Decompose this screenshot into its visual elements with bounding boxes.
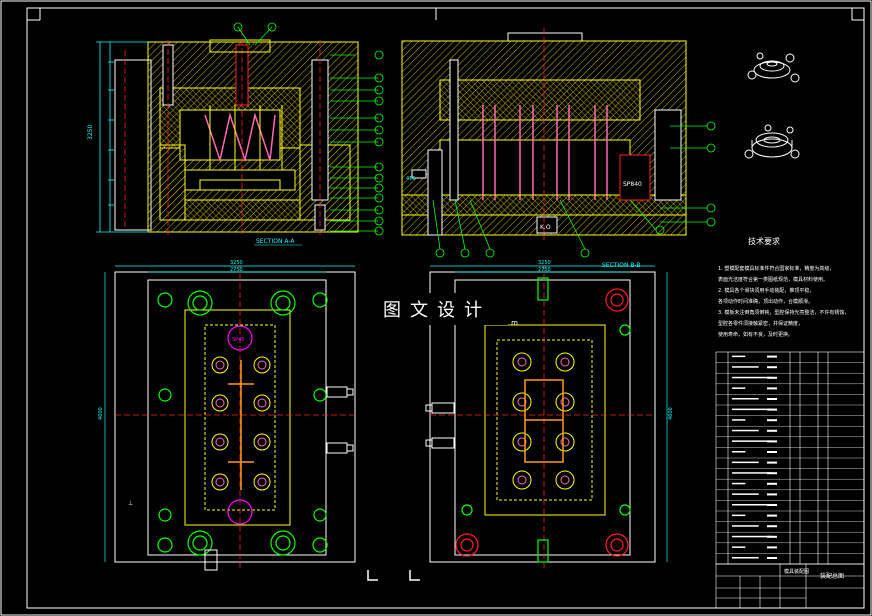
- svg-text:⊥: ⊥: [128, 500, 133, 507]
- bom-row-mark: [767, 525, 777, 528]
- bom-row-text-mark: [732, 355, 746, 358]
- tech-heading: 技术要求: [748, 236, 780, 246]
- bom-row-text-mark: [732, 376, 772, 379]
- bom-row-text-mark: [732, 557, 759, 559]
- watermark-logo: 图文设计 m: [366, 293, 518, 327]
- title-block-name: 模具装配图: [784, 568, 809, 575]
- tech-line: 各项动作时间准确，顶出动作，合模顺滑。: [718, 298, 813, 305]
- bom-row-text-mark: [732, 419, 746, 421]
- bom-row-text-mark: [732, 440, 772, 442]
- bom-row-text-mark: [732, 482, 746, 485]
- ko-label: K.O: [540, 224, 551, 231]
- sp840-label: SP840: [623, 181, 642, 188]
- bom-row-mark: [767, 557, 777, 559]
- plan-height: 4600: [98, 407, 104, 420]
- bom-row-text-mark: [732, 525, 759, 527]
- watermark-text: 图文设计: [383, 300, 491, 321]
- tech-line: 表面光洁度符合第一类图纸规范，模具材料使用。: [718, 276, 828, 283]
- plan-width-outer: 3250: [230, 260, 243, 266]
- bom-row-text-mark: [732, 387, 746, 389]
- part-isometric-views: [744, 52, 800, 159]
- bom-row-text-mark: [732, 493, 759, 495]
- title-block-sub: 装配总图: [820, 572, 844, 580]
- bom-row-mark: [767, 366, 777, 369]
- section-a-a-title: SECTION A-A: [256, 238, 295, 245]
- technical-requirements: 技术要求 1. 塑模配套模具标准件符合国家标准，精度为高级， 表面光洁度符合第一…: [718, 236, 849, 338]
- bom-row-mark: [767, 514, 777, 517]
- bom-row-mark: [767, 398, 777, 400]
- bom-row-text-mark: [732, 398, 759, 400]
- bom-row-mark: [767, 482, 777, 485]
- bom-row-text-mark: [732, 451, 746, 453]
- bom-row-mark: [767, 419, 777, 422]
- bom-row-text-mark: [732, 514, 746, 517]
- bom-row-text-mark: [732, 535, 772, 538]
- plan-width-inner: 2750: [230, 267, 243, 273]
- bom-row-text-mark: [732, 504, 772, 506]
- bom-row-text-mark: [732, 461, 759, 464]
- bom-row-text-mark: [732, 472, 772, 474]
- tech-line: 型腔各零件须接触紧密，并保证精度，: [718, 320, 803, 327]
- moving-half-plan-view: SP40 3250 2750 4600 ⊥: [98, 260, 356, 571]
- watermark-sub: m: [511, 319, 518, 327]
- bom-row-mark: [767, 493, 777, 496]
- tech-line: 3. 模板未注倒角须倒钝，型腔保持光亮整洁，不许有锈蚀，: [718, 309, 849, 316]
- right-plan-height: 4600: [668, 407, 674, 420]
- bom-row-mark: [767, 387, 777, 390]
- bom-row-mark: [767, 429, 777, 432]
- bom-row-text-mark: [732, 366, 759, 368]
- tech-line: 2. 模具各个滑块须用手动装配，推顶平稳，: [718, 287, 814, 294]
- tech-line: 使用寿命，如有不良，及时更换。: [718, 331, 793, 338]
- svg-text:SP40: SP40: [232, 337, 245, 343]
- dim-416: 416: [406, 176, 416, 182]
- bom-row-mark: [767, 546, 777, 549]
- section-a-a-view: 3250 SECTION A-A: [87, 22, 384, 246]
- bom-row-mark: [767, 461, 777, 464]
- bom-row-text-mark: [732, 429, 759, 432]
- bom-row-text-mark: [732, 546, 746, 548]
- section-b-b-elevation: SP840 K.O 416: [401, 28, 716, 258]
- right-width-inner: 2750: [538, 267, 551, 273]
- section-b-b-title: SECTION B-B: [602, 262, 641, 269]
- bom-row-text-mark: [732, 408, 772, 411]
- bom-row-mark: [767, 355, 777, 358]
- bom-row-mark: [767, 451, 777, 453]
- right-width-outer: 3250: [538, 260, 551, 266]
- tech-line: 1. 塑模配套模具标准件符合国家标准，精度为高级，: [718, 265, 834, 272]
- left-height-dim: 3250: [87, 125, 94, 140]
